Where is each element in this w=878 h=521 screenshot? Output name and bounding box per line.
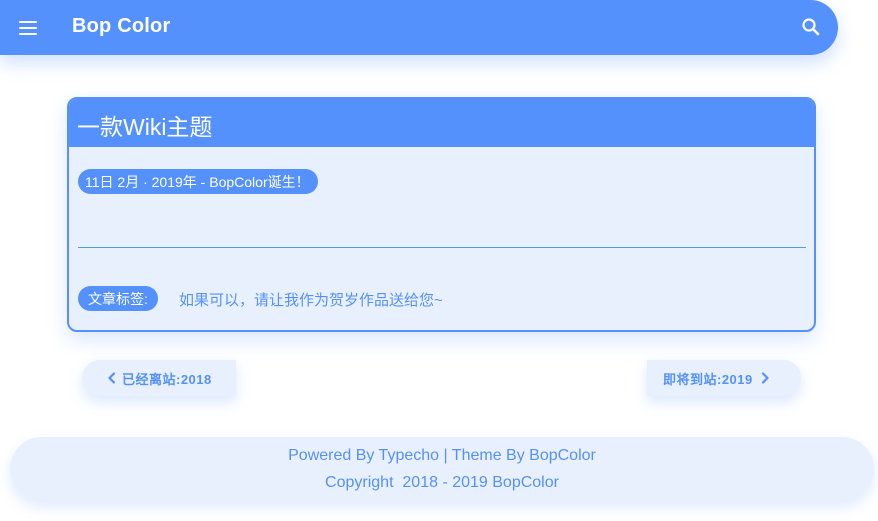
post-title[interactable]: 一款Wiki主题 [69,99,814,147]
next-post-label: 即将到站:2019 [663,371,753,387]
divider [78,247,806,248]
footer-credits: Powered By Typecho | Theme By BopColor [10,442,874,469]
footer-copyright: Copyright 2018 - 2019 BopColor [325,474,559,491]
post-tags-text: 如果可以，请让我作为贺岁作品送给您~ [179,292,443,309]
top-app-bar: Bop Color [0,0,838,55]
prev-post-label: 已经离站:2018 [122,371,212,387]
search-icon[interactable] [796,12,826,42]
tags-label-badge: 文章标签: [78,286,158,311]
footer: Powered By Typecho | Theme By BopColor C… [10,437,874,501]
typecho-link[interactable]: Typecho [379,447,439,464]
post-card: 一款Wiki主题 11日 2月 · 2019年 - BopColor诞生！ 文章… [67,97,816,332]
site-title[interactable]: Bop Color [72,15,170,38]
post-date-badge: 11日 2月 · 2019年 - BopColor诞生！ [78,169,318,194]
prev-post-button[interactable]: 已经离站:2018 [82,360,236,396]
powered-prefix: Powered By [288,447,379,464]
footer-separator: | [439,447,452,464]
next-post-button[interactable]: 即将到站:2019 [647,360,801,396]
chevron-right-icon [758,371,772,385]
menu-icon[interactable] [12,12,44,44]
bopcolor-link[interactable]: BopColor [529,447,596,464]
theme-prefix: Theme By [451,447,530,464]
chevron-left-icon [105,371,119,385]
